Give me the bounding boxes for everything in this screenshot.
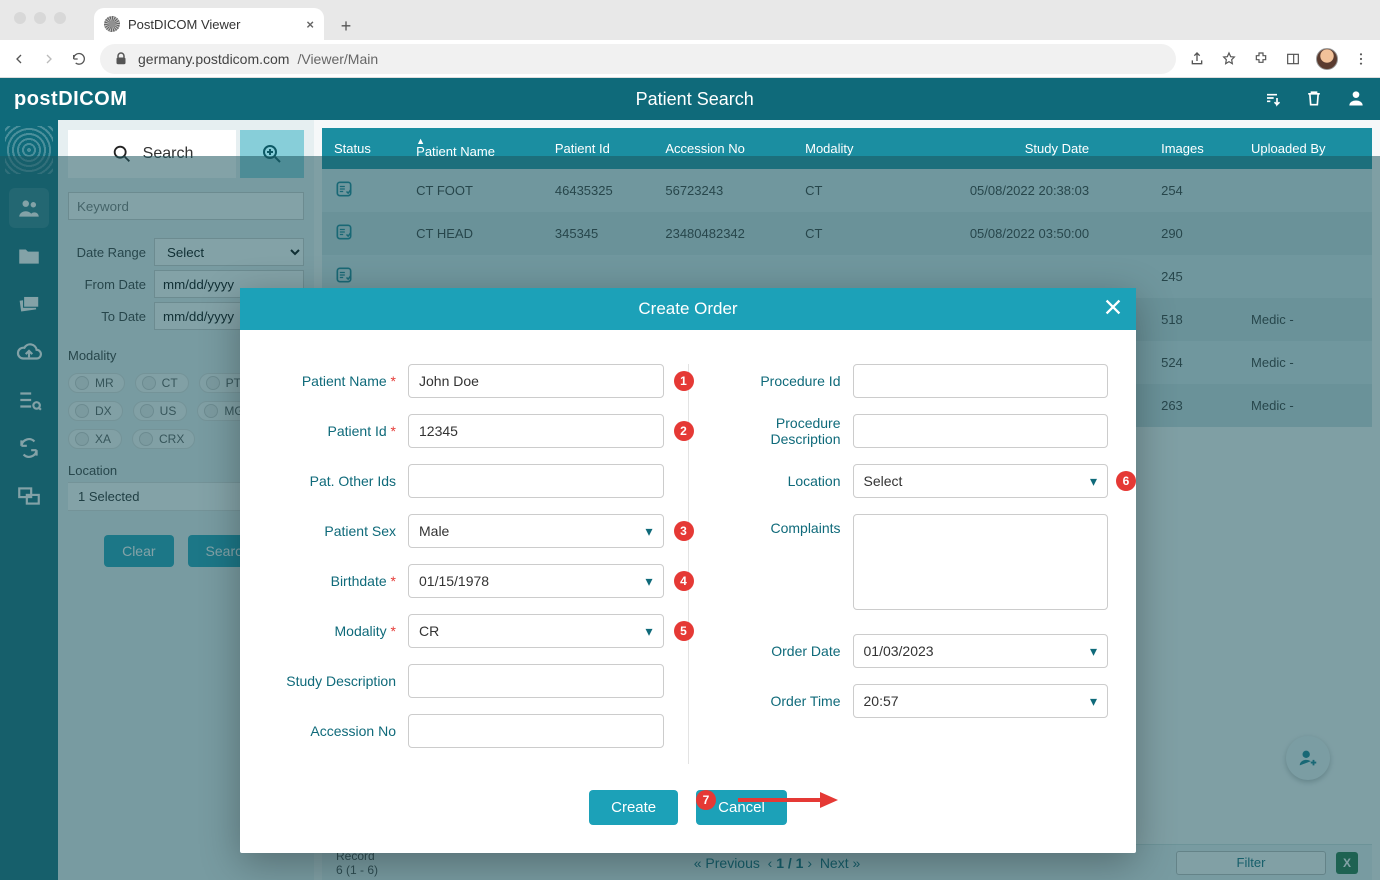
tabs-overflow-icon[interactable] [1364,8,1372,40]
label-location: Location [713,473,853,489]
label-order-date: Order Date [713,643,853,659]
tab-close-icon[interactable]: × [306,17,314,32]
label-study-desc: Study Description [268,673,408,689]
sort-icon[interactable] [1262,88,1282,111]
input-patient-name[interactable] [408,364,664,398]
tab-title: PostDICOM Viewer [128,17,240,32]
browser-toolbar: germany.postdicom.com/Viewer/Main [0,40,1380,78]
input-procedure-desc[interactable] [853,414,1109,448]
label-modality: Modality * [268,623,408,639]
user-icon[interactable] [1346,88,1366,111]
modal-close-button[interactable] [1102,296,1124,323]
label-procedure-id: Procedure Id [713,373,853,389]
chevron-down-icon: ▾ [1090,693,1097,710]
favicon-icon [104,16,120,32]
label-patient-id: Patient Id * [268,423,408,439]
input-accession[interactable] [408,714,664,748]
select-birthdate[interactable]: 01/15/1978▾ [408,564,664,598]
app-titlebar: postDICOM Patient Search [0,78,1380,120]
label-order-time: Order Time [713,693,853,709]
kebab-menu-icon[interactable] [1352,50,1370,68]
chevron-down-icon: ▾ [1090,643,1097,660]
extensions-icon[interactable] [1252,50,1270,68]
nav-reload-icon[interactable] [70,50,88,68]
chevron-down-icon: ▾ [645,523,652,540]
address-bar[interactable]: germany.postdicom.com/Viewer/Main [100,44,1176,74]
modal-header: Create Order [240,288,1136,330]
input-other-ids[interactable] [408,464,664,498]
callout-arrow: 7 [696,788,838,812]
profile-avatar-icon[interactable] [1316,48,1338,70]
chevron-down-icon: ▾ [1090,473,1097,490]
modal-actions: 7 Create Cancel [240,780,1136,853]
callout-7: 7 [696,790,716,810]
select-sex[interactable]: Male▾ [408,514,664,548]
create-order-modal: Create Order Patient Name * 1 Patient Id… [240,288,1136,853]
callout-3: 3 [674,521,694,541]
select-modality[interactable]: CR▾ [408,614,664,648]
chevron-down-icon: ▾ [645,573,652,590]
callout-6: 6 [1116,471,1136,491]
chevron-down-icon: ▾ [645,623,652,640]
input-procedure-id[interactable] [853,364,1109,398]
select-location[interactable]: Select▾ [853,464,1109,498]
window-traffic-lights [14,12,66,24]
browser-tabstrip: PostDICOM Viewer × + [0,0,1380,40]
nav-forward-icon[interactable] [40,50,58,68]
label-sex: Patient Sex [268,523,408,539]
modal-title: Create Order [638,299,737,319]
select-order-time[interactable]: 20:57▾ [853,684,1109,718]
arrow-icon [738,788,838,812]
label-patient-name: Patient Name * [268,373,408,389]
callout-1: 1 [674,371,694,391]
create-button[interactable]: Create [589,790,678,825]
new-tab-button[interactable]: + [332,12,360,40]
input-patient-id[interactable] [408,414,664,448]
page-title: Patient Search [127,89,1262,110]
url-path: /Viewer/Main [297,51,378,67]
browser-tab[interactable]: PostDICOM Viewer × [94,8,324,40]
label-birthdate: Birthdate * [268,573,408,589]
bookmark-star-icon[interactable] [1220,50,1238,68]
input-complaints[interactable] [853,514,1109,610]
select-order-date[interactable]: 01/03/2023▾ [853,634,1109,668]
brand-logo: postDICOM [14,88,127,111]
label-accession: Accession No [268,723,408,739]
nav-back-icon[interactable] [10,50,28,68]
url-host: germany.postdicom.com [138,51,289,67]
lock-icon [112,50,130,68]
callout-4: 4 [674,571,694,591]
input-study-desc[interactable] [408,664,664,698]
callout-2: 2 [674,421,694,441]
sidepanel-icon[interactable] [1284,50,1302,68]
callout-5: 5 [674,621,694,641]
label-procedure-desc: Procedure Description [713,415,853,447]
share-icon[interactable] [1188,50,1206,68]
trash-icon[interactable] [1304,88,1324,111]
label-other-ids: Pat. Other Ids [268,473,408,489]
label-complaints: Complaints [713,520,853,536]
